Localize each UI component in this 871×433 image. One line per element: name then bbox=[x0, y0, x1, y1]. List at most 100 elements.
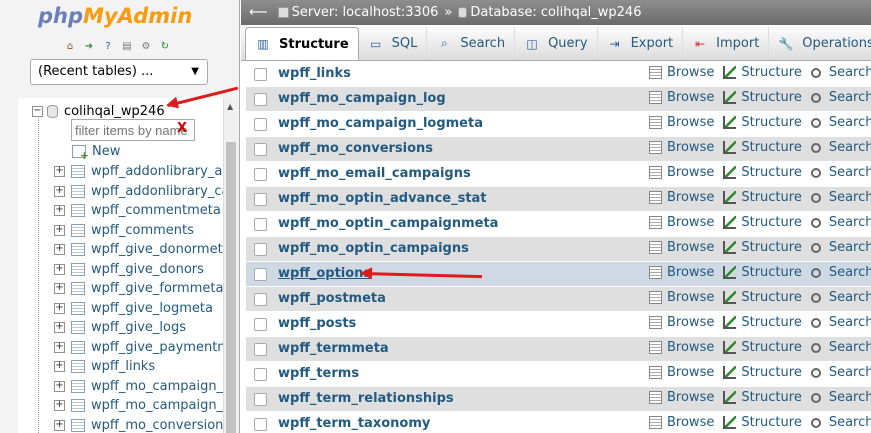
table-name-link[interactable]: wpff_mo_conversions bbox=[278, 141, 433, 156]
database-name[interactable]: colihqal_wp246 bbox=[64, 104, 165, 119]
search-action[interactable]: Search bbox=[810, 290, 871, 305]
browse-action[interactable]: Browse bbox=[649, 115, 714, 130]
structure-action[interactable]: Structure bbox=[723, 315, 802, 330]
tab-operations[interactable]: 🔧 Operations bbox=[769, 27, 871, 60]
tree-table-item[interactable]: + wpff_give_logs bbox=[54, 318, 186, 337]
logout-icon[interactable]: ➜ bbox=[81, 38, 97, 54]
expand-icon[interactable]: + bbox=[54, 185, 65, 197]
structure-action[interactable]: Structure bbox=[723, 415, 802, 430]
search-action[interactable]: Search bbox=[810, 165, 871, 180]
row-checkbox[interactable] bbox=[254, 368, 267, 381]
home-icon[interactable]: ⌂ bbox=[62, 38, 78, 54]
row-checkbox[interactable] bbox=[254, 68, 267, 81]
structure-action[interactable]: Structure bbox=[723, 65, 802, 80]
reload-icon[interactable]: ↻ bbox=[157, 38, 173, 54]
table-name-link[interactable]: wpff_posts bbox=[278, 316, 356, 331]
search-action[interactable]: Search bbox=[810, 115, 871, 130]
tree-scrollbar[interactable]: ▲ bbox=[223, 98, 238, 433]
search-action[interactable]: Search bbox=[810, 190, 871, 205]
recent-tables-select[interactable]: (Recent tables) ... ▼ bbox=[30, 59, 208, 85]
expand-icon[interactable]: + bbox=[54, 205, 65, 216]
expand-icon[interactable]: + bbox=[54, 283, 65, 294]
docs-icon[interactable]: ▤ bbox=[119, 38, 135, 54]
scroll-up-icon[interactable]: ▲ bbox=[227, 102, 233, 111]
row-checkbox[interactable] bbox=[254, 193, 267, 206]
search-action[interactable]: Search bbox=[810, 65, 871, 80]
browse-action[interactable]: Browse bbox=[649, 240, 714, 255]
search-action[interactable]: Search bbox=[810, 140, 871, 155]
tree-database-node[interactable]: − colihqal_wp246 bbox=[32, 101, 165, 121]
back-arrow-icon[interactable]: ⟵ bbox=[249, 5, 268, 20]
row-checkbox[interactable] bbox=[254, 293, 267, 306]
settings-icon[interactable]: ⚙ bbox=[138, 38, 154, 54]
browse-action[interactable]: Browse bbox=[649, 365, 714, 380]
table-name-link[interactable]: wpff_options bbox=[278, 266, 371, 281]
table-name-link[interactable]: wpff_links bbox=[278, 66, 351, 81]
browse-action[interactable]: Browse bbox=[649, 315, 714, 330]
row-checkbox[interactable] bbox=[254, 118, 267, 131]
phpmyadmin-logo[interactable]: phpMyAdmin bbox=[38, 4, 192, 28]
filter-clear-icon[interactable]: X bbox=[177, 121, 187, 136]
tree-table-item[interactable]: + wpff_mo_conversions bbox=[54, 416, 225, 433]
search-action[interactable]: Search bbox=[810, 340, 871, 355]
structure-action[interactable]: Structure bbox=[723, 365, 802, 380]
browse-action[interactable]: Browse bbox=[649, 165, 714, 180]
table-name-link[interactable]: wpff_mo_optin_campaigns bbox=[278, 241, 469, 256]
structure-action[interactable]: Structure bbox=[723, 265, 802, 280]
expand-icon[interactable]: + bbox=[54, 166, 65, 177]
structure-action[interactable]: Structure bbox=[723, 190, 802, 205]
expand-icon[interactable]: + bbox=[54, 244, 65, 255]
row-checkbox[interactable] bbox=[254, 343, 267, 356]
search-action[interactable]: Search bbox=[810, 240, 871, 255]
breadcrumb-database[interactable]: Database: colihqal_wp246 bbox=[470, 5, 641, 20]
row-checkbox[interactable] bbox=[254, 318, 267, 331]
table-name-link[interactable]: wpff_termmeta bbox=[278, 341, 389, 356]
tree-table-item[interactable]: +wpff_addonlibrary_addo bbox=[54, 162, 225, 181]
browse-action[interactable]: Browse bbox=[649, 390, 714, 405]
structure-action[interactable]: Structure bbox=[723, 390, 802, 405]
tab-sql[interactable]: ▭ SQL bbox=[359, 27, 428, 60]
browse-action[interactable]: Browse bbox=[649, 340, 714, 355]
browse-action[interactable]: Browse bbox=[649, 90, 714, 105]
tree-table-item[interactable]: + wpff_mo_campaign_lo bbox=[54, 396, 225, 415]
structure-action[interactable]: Structure bbox=[723, 115, 802, 130]
tree-table-item[interactable]: + wpff_give_donors bbox=[54, 260, 204, 279]
table-name-link[interactable]: wpff_mo_optin_campaignmeta bbox=[278, 216, 498, 231]
browse-action[interactable]: Browse bbox=[649, 140, 714, 155]
expand-icon[interactable]: + bbox=[54, 341, 65, 353]
expand-icon[interactable]: + bbox=[54, 322, 65, 333]
search-action[interactable]: Search bbox=[810, 215, 871, 230]
expand-icon[interactable]: + bbox=[54, 224, 65, 236]
structure-action[interactable]: Structure bbox=[723, 290, 802, 305]
tab-query[interactable]: ◫ Query bbox=[515, 27, 598, 60]
table-name-link[interactable]: wpff_term_taxonomy bbox=[278, 416, 430, 431]
expand-icon[interactable]: + bbox=[54, 263, 65, 275]
expand-icon[interactable]: + bbox=[54, 419, 65, 431]
structure-action[interactable]: Structure bbox=[723, 165, 802, 180]
structure-action[interactable]: Structure bbox=[723, 340, 802, 355]
search-action[interactable]: Search bbox=[810, 315, 871, 330]
row-checkbox[interactable] bbox=[254, 268, 267, 281]
search-action[interactable]: Search bbox=[810, 90, 871, 105]
table-name-link[interactable]: wpff_term_relationships bbox=[278, 391, 454, 406]
collapse-icon[interactable]: − bbox=[32, 105, 43, 117]
table-name-link[interactable]: wpff_mo_optin_advance_stat bbox=[278, 191, 487, 206]
row-checkbox[interactable] bbox=[254, 393, 267, 406]
tree-table-item[interactable]: + wpff_give_logmeta bbox=[54, 299, 213, 318]
tree-table-item[interactable]: + wpff_give_donormeta bbox=[54, 240, 225, 259]
breadcrumb-server[interactable]: Server: localhost:3306 bbox=[292, 5, 439, 20]
table-name-link[interactable]: wpff_mo_campaign_log bbox=[278, 91, 446, 106]
tree-table-item[interactable]: + wpff_give_formmeta bbox=[54, 279, 223, 298]
expand-icon[interactable]: + bbox=[54, 400, 65, 411]
tree-new-table[interactable]: New bbox=[72, 142, 120, 162]
tab-search[interactable]: ⌕ Search bbox=[427, 27, 516, 60]
row-checkbox[interactable] bbox=[254, 418, 267, 431]
browse-action[interactable]: Browse bbox=[649, 190, 714, 205]
structure-action[interactable]: Structure bbox=[723, 240, 802, 255]
expand-icon[interactable]: + bbox=[54, 302, 65, 314]
tab-export[interactable]: ⇥ Export bbox=[598, 27, 684, 60]
tab-structure[interactable]: ▥ Structure bbox=[245, 27, 359, 60]
search-action[interactable]: Search bbox=[810, 415, 871, 430]
table-name-link[interactable]: wpff_terms bbox=[278, 366, 359, 381]
tab-import[interactable]: ⇤ Import bbox=[683, 27, 770, 60]
